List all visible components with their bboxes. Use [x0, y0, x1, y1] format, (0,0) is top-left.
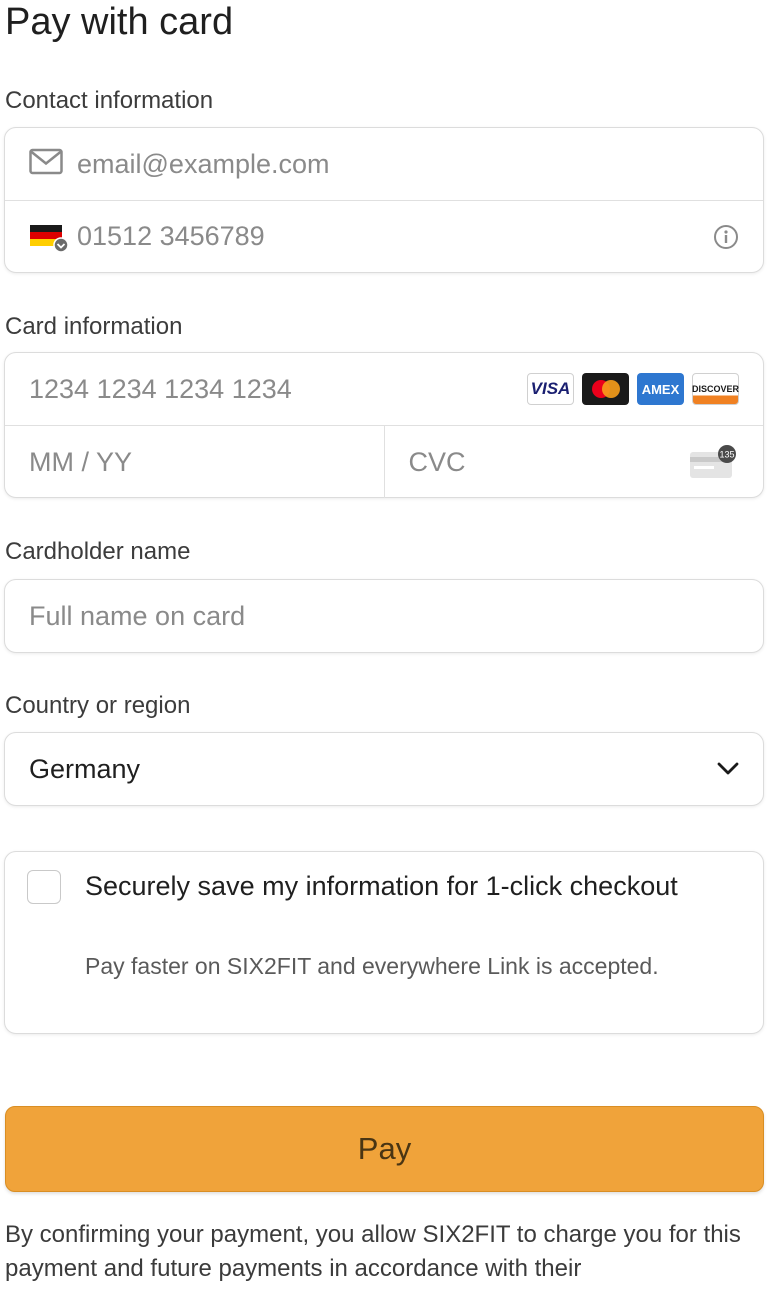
info-icon[interactable] — [713, 224, 739, 250]
cvc-card-icon: 135 — [689, 445, 739, 479]
country-selected-value: Germany — [29, 753, 141, 784]
cardholder-row[interactable]: Full name on card — [5, 580, 763, 652]
pay-button[interactable]: Pay — [5, 1106, 764, 1192]
email-row[interactable]: email@example.com — [5, 128, 763, 200]
cardholder-section-label: Cardholder name — [5, 538, 191, 565]
card-brands: VISA AMEX DISCOVER — [527, 373, 739, 405]
cardholder-name-field[interactable]: Full name on card — [29, 601, 245, 632]
phone-field[interactable]: 01512 3456789 — [77, 221, 265, 252]
country-select[interactable]: Germany — [4, 732, 764, 806]
expiry-cell[interactable]: MM / YY — [5, 426, 384, 498]
mail-icon — [29, 148, 63, 180]
save-info-checkbox[interactable] — [27, 870, 61, 904]
cvc-field[interactable]: CVC — [409, 447, 466, 478]
germany-flag-icon[interactable] — [29, 222, 69, 253]
visa-icon: VISA — [527, 373, 574, 405]
discover-icon: DISCOVER — [692, 373, 739, 405]
save-info-card[interactable]: Securely save my information for 1-click… — [4, 851, 764, 1034]
country-row[interactable]: Germany — [5, 733, 763, 805]
email-field[interactable]: email@example.com — [77, 149, 330, 180]
card-number-row[interactable]: 1234 1234 1234 1234 VISA AMEX DISCOVER — [5, 353, 763, 425]
country-section-label: Country or region — [5, 692, 191, 719]
phone-row[interactable]: 01512 3456789 — [5, 200, 763, 272]
cardholder-group: Full name on card — [4, 579, 764, 653]
svg-text:135: 135 — [719, 450, 734, 460]
chevron-down-icon — [717, 762, 739, 776]
save-info-title: Securely save my information for 1-click… — [85, 871, 678, 901]
expiry-field[interactable]: MM / YY — [29, 447, 132, 478]
page-title: Pay with card — [5, 1, 234, 43]
card-number-field[interactable]: 1234 1234 1234 1234 — [29, 374, 292, 405]
card-group: 1234 1234 1234 1234 VISA AMEX DISCOVER M… — [4, 352, 764, 498]
mastercard-icon — [582, 373, 629, 405]
contact-group: email@example.com 01512 3456789 — [4, 127, 764, 273]
save-info-subtitle: Pay faster on SIX2FIT and everywhere Lin… — [85, 953, 659, 979]
cvc-cell[interactable]: CVC 135 — [383, 426, 764, 498]
legal-text: By confirming your payment, you allow SI… — [5, 1221, 741, 1282]
card-section-label: Card information — [5, 313, 183, 340]
contact-section-label: Contact information — [5, 87, 214, 114]
card-expiry-cvc-row: MM / YY CVC 135 — [5, 425, 763, 498]
amex-icon: AMEX — [637, 373, 684, 405]
